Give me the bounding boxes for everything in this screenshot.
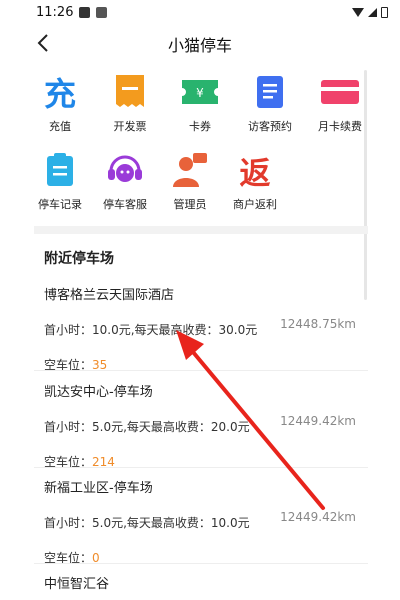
menu-item-label: 充值 xyxy=(49,120,71,133)
app-header: 小猫停车 xyxy=(0,24,400,64)
scrollbar[interactable] xyxy=(364,70,367,300)
menu-item-parking-record[interactable]: 停车记录 xyxy=(34,150,86,212)
lot-name: 新福工业区-停车场 xyxy=(44,481,153,496)
status-bar: 11:26 xyxy=(0,0,400,24)
svg-text:¥: ¥ xyxy=(196,86,204,100)
list-divider xyxy=(34,370,368,371)
monthly-card-icon xyxy=(320,72,360,112)
parking-lot-item[interactable]: 中恒智汇谷 xyxy=(44,573,366,592)
list-divider xyxy=(34,467,368,468)
image-notification-icon xyxy=(79,6,91,18)
section-divider xyxy=(34,226,368,234)
status-time: 11:26 xyxy=(36,4,74,20)
page-title: 小猫停车 xyxy=(167,36,232,55)
menu-item-admin[interactable]: 管理员 xyxy=(164,150,216,212)
recharge-glyph: 充 xyxy=(43,75,76,113)
menu-item-recharge[interactable]: 充 充值 xyxy=(34,72,86,134)
signal-icon xyxy=(368,7,377,17)
lot-distance: 12449.42km xyxy=(280,414,356,428)
menu-item-visitor-booking[interactable]: 访客预约 xyxy=(244,72,296,134)
parking-lot-item[interactable]: 凯达安中心-停车场 首小时：5.0元,每天最高收费：20.0元 空车位：214 … xyxy=(44,381,366,470)
menu-item-label: 管理员 xyxy=(173,198,207,211)
menu-item-label: 开发票 xyxy=(113,120,147,133)
coupon-icon: ¥ xyxy=(180,72,220,112)
menu-item-label: 商户返利 xyxy=(233,198,277,211)
list-divider xyxy=(34,563,368,564)
parking-lot-item[interactable]: 博客格兰云天国际酒店 首小时：10.0元,每天最高收费：30.0元 空车位：35… xyxy=(44,284,366,373)
menu-item-invoice[interactable]: 开发票 xyxy=(104,72,156,134)
lot-name: 凯达安中心-停车场 xyxy=(44,385,153,400)
parking-lot-item[interactable]: 新福工业区-停车场 首小时：5.0元,每天最高收费：10.0元 空车位：0 12… xyxy=(44,477,366,566)
rebate-icon: 返 xyxy=(235,150,275,192)
menu-item-label: 停车记录 xyxy=(38,198,82,211)
invoice-icon xyxy=(110,72,150,112)
menu-item-customer-service[interactable]: 停车客服 xyxy=(99,150,151,212)
chevron-left-icon[interactable] xyxy=(36,33,56,55)
app-notification-icon xyxy=(96,6,108,18)
lot-name: 中恒智汇谷 xyxy=(44,577,110,592)
menu-item-rebate[interactable]: 返 商户返利 xyxy=(229,150,281,212)
wifi-icon xyxy=(352,7,364,17)
battery-icon xyxy=(381,6,388,18)
function-grid: 充 充值 开发票 ¥ 卡券 访客预约 月卡续费 停车记录 停车客服 管理员 返 … xyxy=(34,72,366,228)
lot-name: 博客格兰云天国际酒店 xyxy=(44,288,175,303)
function-row-2: 停车记录 停车客服 管理员 返 商户返利 xyxy=(34,150,366,212)
menu-item-label: 停车客服 xyxy=(103,198,147,211)
menu-item-label: 访客预约 xyxy=(248,120,292,133)
rebate-glyph: 返 xyxy=(239,155,271,192)
lot-distance: 12448.75km xyxy=(280,317,356,331)
admin-icon xyxy=(170,150,210,190)
lot-distance: 12449.42km xyxy=(280,510,356,524)
menu-item-label: 卡券 xyxy=(189,120,211,133)
menu-item-label: 月卡续费 xyxy=(318,120,362,133)
visitor-booking-icon xyxy=(250,72,290,112)
nearby-section-title: 附近停车场 xyxy=(44,251,114,267)
recharge-icon: 充 xyxy=(40,72,80,113)
function-row-1: 充 充值 开发票 ¥ 卡券 访客预约 月卡续费 xyxy=(34,72,366,134)
parking-record-icon xyxy=(40,150,80,190)
menu-item-monthly-card[interactable]: 月卡续费 xyxy=(314,72,366,134)
customer-service-icon xyxy=(105,150,145,190)
menu-item-coupon[interactable]: ¥ 卡券 xyxy=(174,72,226,134)
